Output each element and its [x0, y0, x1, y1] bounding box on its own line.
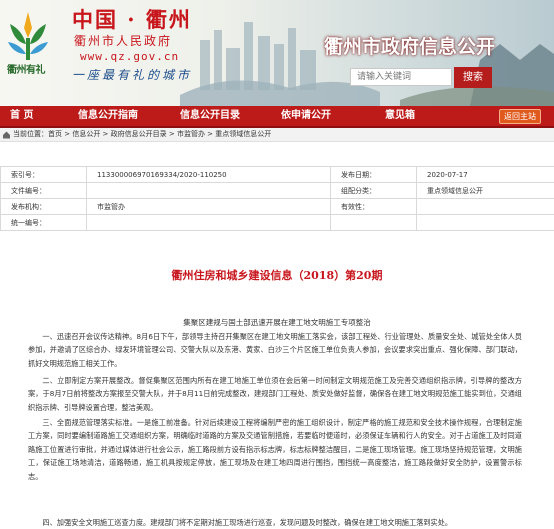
government-name: 衢州市人民政府 [74, 32, 172, 49]
meta-value [417, 215, 554, 231]
main-nav: 首 页 信息公开指南 信息公开目录 依申请公开 意见箱 返回主站 [0, 106, 554, 128]
meta-key: 发布机构： [1, 199, 87, 215]
document-meta-table: 索引号： 113300006970169334/2020-110250 发布日期… [0, 166, 554, 231]
article-subtitle: 集聚区建规与国土部迅速开展在建工地文明施工专项整治 [0, 317, 554, 328]
back-to-main-site-button[interactable]: 返回主站 [499, 109, 541, 124]
meta-row: 索引号： 113300006970169334/2020-110250 发布日期… [1, 167, 554, 183]
meta-row: 文件编号： 组配分类： 重点领域信息公开 [1, 183, 554, 199]
leaf-logo-icon [4, 8, 52, 68]
logo-text: 衢州有礼 [0, 61, 52, 76]
meta-row: 统一编号： [1, 215, 554, 231]
meta-value [87, 183, 331, 199]
breadcrumb: 当前位置：首页 > 信息公开 > 政府信息公开目录 > 市监管办 > 重点领域信… [0, 128, 554, 142]
nav-item-feedback[interactable]: 意见箱 [385, 106, 415, 126]
meta-key: 发布日期： [331, 167, 417, 183]
nav-item-guide[interactable]: 信息公开指南 [78, 106, 138, 126]
search-button[interactable]: 搜索 [454, 67, 492, 88]
meta-key: 文件编号： [1, 183, 87, 199]
meta-value: 重点领域信息公开 [417, 183, 554, 199]
meta-value [87, 215, 331, 231]
meta-value [417, 199, 554, 215]
brand-title: 中国 · 衢州 [72, 4, 192, 34]
nav-item-catalog[interactable]: 信息公开目录 [180, 106, 240, 126]
meta-key: 组配分类： [331, 183, 417, 199]
meta-value: 市监管办 [87, 199, 331, 215]
meta-value: 2020-07-17 [417, 167, 554, 183]
article-title: 衢州住房和城乡建设信息（2018）第20期 [0, 267, 554, 283]
site-domain: www.qz.gov.cn [80, 50, 179, 63]
meta-key [331, 215, 417, 231]
search-input[interactable] [350, 68, 452, 86]
meta-key: 有效性： [331, 199, 417, 215]
nav-item-apply[interactable]: 依申请公开 [281, 106, 331, 126]
nav-item-home[interactable]: 首 页 [10, 106, 33, 126]
article-paragraph: 三、全面规范管理落实标准。一是施工前准备。针对后续建设工程将编制严密的施工组织设… [28, 416, 522, 483]
city-slogan: 一座最有礼的城市 [72, 66, 192, 83]
site-title: 衢州市政府信息公开 [324, 32, 495, 59]
meta-value: 113300006970169334/2020-110250 [87, 167, 331, 183]
home-icon [2, 130, 11, 139]
article-paragraph: 二、立即制定方案开展整改。督促集聚区范围内所有在建工地施工单位须在会后第一时间制… [28, 374, 522, 414]
meta-key: 统一编号： [1, 215, 87, 231]
article-paragraph: 一、迅速召开会议传达精神。8月6日下午，部领导主持召开集聚区在建工地文明施工落实… [28, 330, 522, 370]
header-banner: 衢州有礼 中国 · 衢州 衢州市人民政府 www.qz.gov.cn 一座最有礼… [0, 0, 554, 106]
article-paragraph: 四、加强安全文明施工巡查力度。建规部门将不定期对施工现场进行巡查，发现问题及时整… [28, 516, 522, 529]
breadcrumb-text: 当前位置：首页 > 信息公开 > 政府信息公开目录 > 市监管办 > 重点领域信… [13, 128, 271, 141]
meta-row: 发布机构： 市监管办 有效性： [1, 199, 554, 215]
meta-key: 索引号： [1, 167, 87, 183]
